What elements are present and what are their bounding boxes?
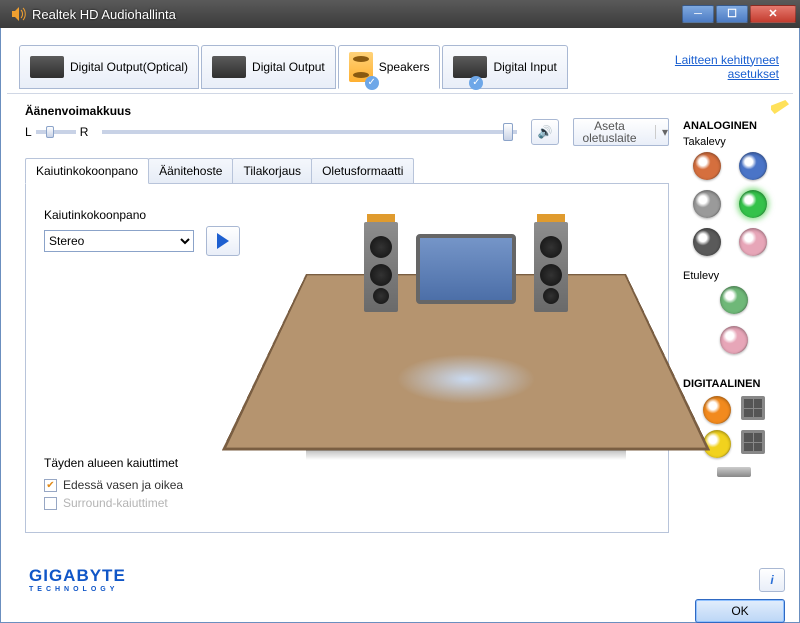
checkbox-surround: Surround-kaiuttimet bbox=[44, 496, 183, 510]
full-range-group: Täyden alueen kaiuttimet ✔ Edessä vasen … bbox=[44, 456, 183, 514]
app-icon bbox=[10, 6, 26, 22]
checkbox-icon: ✔ bbox=[44, 479, 57, 492]
front-panel-label: Etulevy bbox=[683, 270, 789, 282]
audio-jack[interactable] bbox=[720, 326, 748, 354]
tab-default-format[interactable]: Oletusformaatti bbox=[311, 158, 414, 184]
tab-label: Digital Output bbox=[252, 60, 325, 74]
edit-icon[interactable] bbox=[771, 100, 789, 114]
tab-room-correction[interactable]: Tilakorjaus bbox=[232, 158, 312, 184]
digital-heading: DIGITAALINEN bbox=[683, 378, 789, 390]
volume-slider[interactable] bbox=[102, 130, 517, 134]
close-button[interactable]: ✕ bbox=[750, 5, 796, 23]
volume-heading: Äänenvoimakkuus bbox=[25, 104, 669, 118]
tab-label: Digital Output(Optical) bbox=[70, 60, 188, 74]
tab-speaker-config[interactable]: Kaiutinkokoonpano bbox=[25, 158, 149, 184]
settings-tabs: Kaiutinkokoonpano Äänitehoste Tilakorjau… bbox=[25, 158, 669, 184]
device-icon bbox=[453, 56, 487, 78]
audio-jack[interactable] bbox=[693, 152, 721, 180]
room-visualization bbox=[306, 204, 626, 454]
default-check-icon: ✓ bbox=[365, 76, 379, 90]
audio-jack[interactable] bbox=[693, 228, 721, 256]
chevron-down-icon: ▾ bbox=[655, 125, 668, 139]
tab-digital-output-optical[interactable]: Digital Output(Optical) bbox=[19, 45, 199, 89]
audio-jack[interactable] bbox=[720, 286, 748, 314]
audio-jack[interactable] bbox=[739, 190, 767, 218]
connector-panel: ANALOGINEN Takalevy Etulevy DIGITAALINEN bbox=[675, 94, 793, 564]
set-default-button[interactable]: Aseta oletuslaite ▾ bbox=[573, 118, 669, 146]
device-tab-row: Digital Output(Optical) Digital Output ✓… bbox=[7, 34, 793, 94]
window-title: Realtek HD Audiohallinta bbox=[32, 7, 682, 22]
tab-speakers[interactable]: ✓ Speakers bbox=[338, 45, 441, 89]
speaker-config-panel: Kaiutinkokoonpano Stereo bbox=[25, 183, 669, 533]
advanced-settings-link[interactable]: Laitteen kehittyneet asetukset bbox=[675, 53, 793, 81]
test-play-button[interactable] bbox=[206, 226, 240, 256]
digital-jack[interactable] bbox=[703, 396, 731, 424]
full-range-heading: Täyden alueen kaiuttimet bbox=[44, 456, 183, 470]
audio-jack[interactable] bbox=[739, 152, 767, 180]
back-panel-label: Takalevy bbox=[683, 136, 789, 148]
speaker-left-icon[interactable] bbox=[364, 222, 398, 312]
brand-logo: GIGABYTE TECHNOLOGY bbox=[29, 566, 126, 593]
balance-slider[interactable]: L R bbox=[25, 125, 88, 139]
play-icon bbox=[217, 233, 229, 249]
tab-label: Digital Input bbox=[493, 60, 556, 74]
speaker-icon: 🔊 bbox=[538, 125, 553, 139]
spdif-icon[interactable] bbox=[741, 430, 765, 454]
default-check-icon: ✓ bbox=[469, 76, 483, 90]
tab-digital-input[interactable]: ✓ Digital Input bbox=[442, 45, 567, 89]
info-icon: i bbox=[770, 573, 773, 587]
ok-button[interactable]: OK bbox=[695, 599, 785, 623]
analog-heading: ANALOGINEN bbox=[683, 120, 789, 132]
tab-sound-effects[interactable]: Äänitehoste bbox=[148, 158, 233, 184]
speaker-right-icon[interactable] bbox=[534, 222, 568, 312]
device-icon bbox=[212, 56, 246, 78]
minimize-button[interactable]: ─ bbox=[682, 5, 714, 23]
info-button[interactable]: i bbox=[759, 568, 785, 592]
tab-label: Speakers bbox=[379, 60, 430, 74]
maximize-button[interactable]: ☐ bbox=[716, 5, 748, 23]
hdmi-icon bbox=[717, 467, 751, 477]
tab-digital-output[interactable]: Digital Output bbox=[201, 45, 336, 89]
spdif-icon[interactable] bbox=[741, 396, 765, 420]
checkbox-front-lr[interactable]: ✔ Edessä vasen ja oikea bbox=[44, 478, 183, 492]
title-bar: Realtek HD Audiohallinta ─ ☐ ✕ bbox=[0, 0, 800, 28]
device-icon bbox=[30, 56, 64, 78]
tv-icon bbox=[416, 234, 516, 304]
mute-button[interactable]: 🔊 bbox=[531, 119, 559, 145]
speaker-config-select[interactable]: Stereo bbox=[44, 230, 194, 252]
audio-jack[interactable] bbox=[739, 228, 767, 256]
checkbox-icon bbox=[44, 497, 57, 510]
audio-jack[interactable] bbox=[693, 190, 721, 218]
